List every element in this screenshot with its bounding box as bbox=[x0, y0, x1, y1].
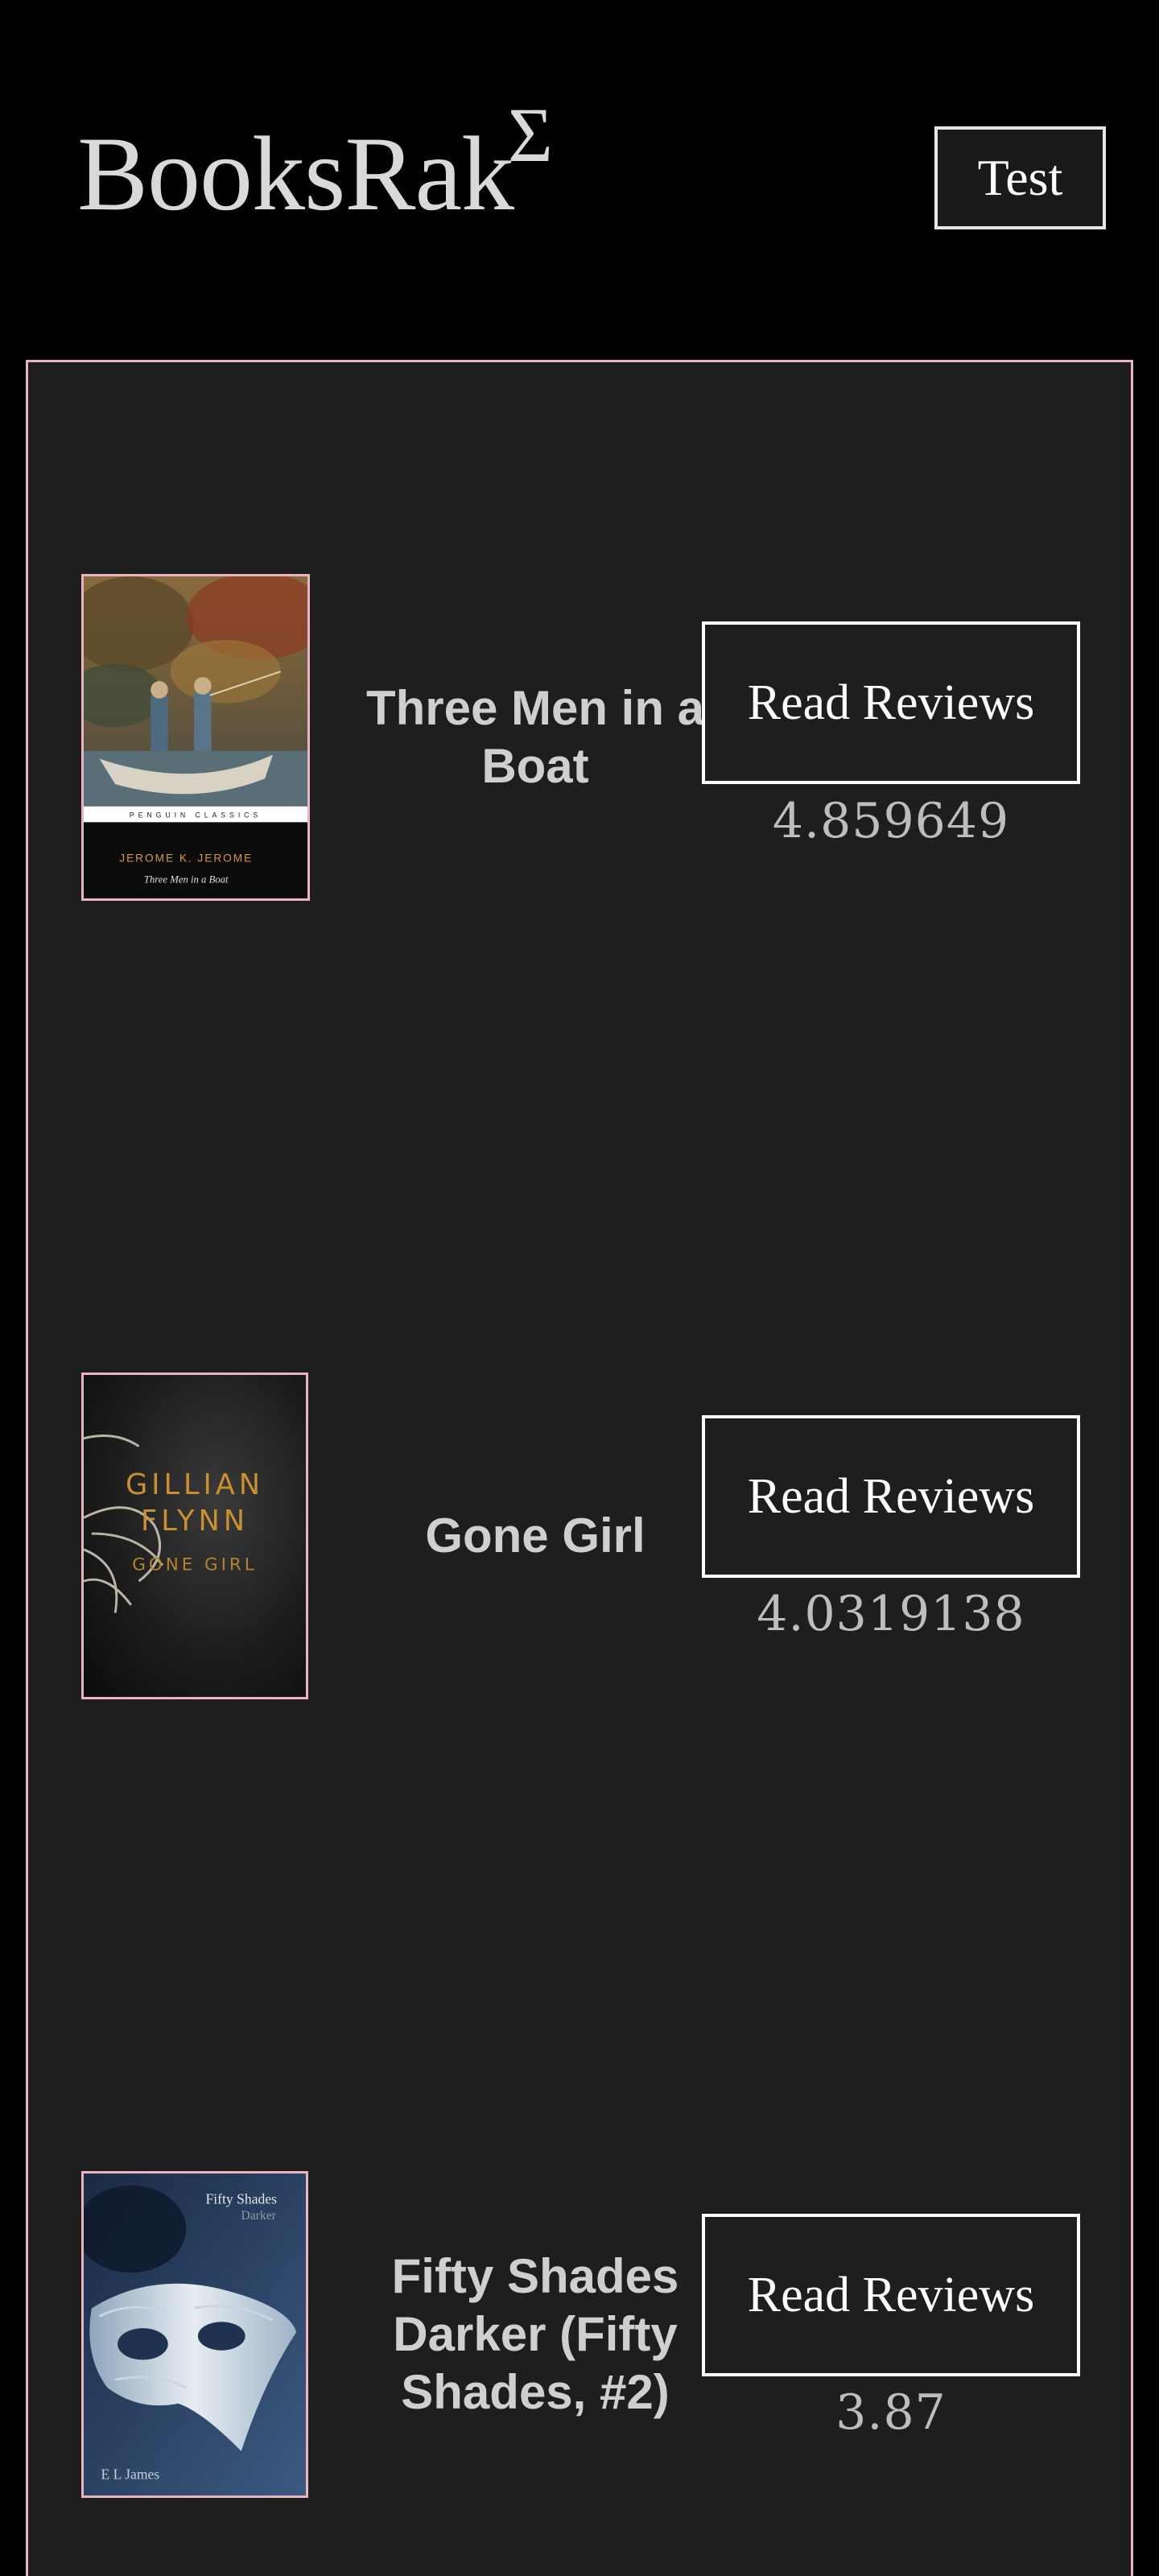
brand-logo[interactable]: BooksRak Σ bbox=[77, 97, 553, 227]
cover-author: JEROME K. JEROME bbox=[119, 852, 253, 865]
book-title: Gone Girl bbox=[425, 1509, 645, 1563]
cover-title: Three Men in a Boat bbox=[144, 873, 229, 885]
book-title: Fifty Shades Darker (Fifty Shades, #2) bbox=[391, 2249, 679, 2419]
cover-title: GONE GIRL bbox=[132, 1554, 257, 1575]
book-title: Three Men in a Boat bbox=[365, 681, 705, 793]
book-rating: 3.87 bbox=[835, 2384, 947, 2441]
book-cover-fifty-shades-darker[interactable]: Fifty Shades Darker E L James bbox=[81, 2171, 308, 2498]
site-header: BooksRak Σ Test bbox=[0, 0, 1159, 361]
book-card: PENGUIN CLASSICS JEROME K. JEROME Three … bbox=[28, 574, 1131, 904]
read-reviews-button[interactable]: Read Reviews bbox=[702, 621, 1080, 784]
cover-title-line1: Fifty Shades bbox=[206, 2190, 278, 2207]
cover-author-last: FLYNN bbox=[141, 1505, 249, 1538]
book-list-panel: PENGUIN CLASSICS JEROME K. JEROME Three … bbox=[26, 360, 1133, 2576]
cover-image: PENGUIN CLASSICS JEROME K. JEROME Three … bbox=[84, 576, 307, 898]
cover-author-first: GILLIAN bbox=[126, 1468, 264, 1501]
book-card: Fifty Shades Darker E L James Fifty Shad… bbox=[28, 2171, 1131, 2501]
cover-author: E L James bbox=[101, 2466, 160, 2482]
brand-name: BooksRak bbox=[77, 114, 514, 233]
book-rating: 4.859649 bbox=[772, 793, 1010, 849]
read-reviews-button[interactable]: Read Reviews bbox=[702, 1415, 1080, 1578]
cover-publisher-band: PENGUIN CLASSICS bbox=[130, 811, 262, 819]
test-button[interactable]: Test bbox=[934, 126, 1106, 229]
book-cover-three-men-in-a-boat[interactable]: PENGUIN CLASSICS JEROME K. JEROME Three … bbox=[81, 574, 310, 901]
book-rating: 4.0319138 bbox=[757, 1586, 1025, 1642]
book-card: GILLIAN FLYNN GONE GIRL Gone Girl Read R… bbox=[28, 1373, 1131, 1703]
book-cover-gone-girl[interactable]: GILLIAN FLYNN GONE GIRL bbox=[81, 1373, 308, 1699]
brand-sigma: Σ bbox=[508, 92, 553, 178]
cover-image: GILLIAN FLYNN GONE GIRL bbox=[84, 1375, 306, 1697]
cover-title-line2: Darker bbox=[241, 2209, 277, 2223]
cover-image: Fifty Shades Darker E L James bbox=[84, 2174, 306, 2496]
read-reviews-button[interactable]: Read Reviews bbox=[702, 2214, 1080, 2376]
